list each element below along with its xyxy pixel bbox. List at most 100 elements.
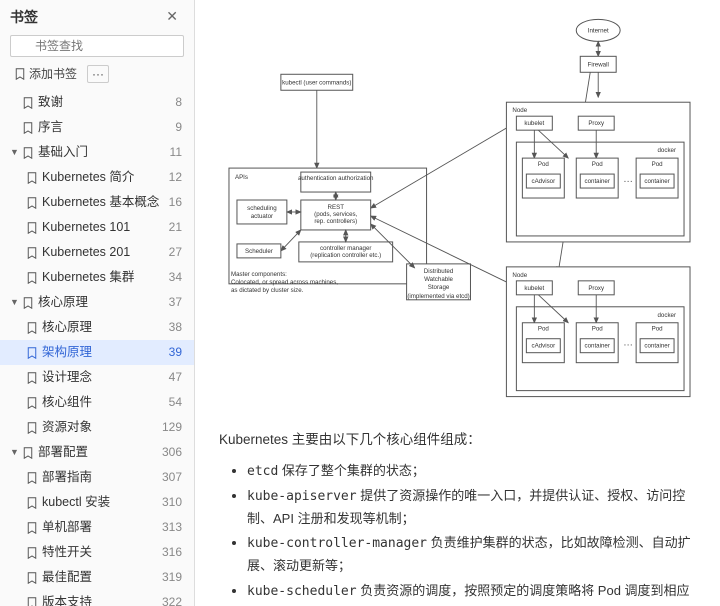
sidebar-item[interactable]: 部署指南307: [0, 465, 194, 490]
list-item: kube-apiserver 提供了资源操作的唯一入口，并提供认证、授权、访问控…: [247, 485, 698, 530]
svg-text:rep. controllers): rep. controllers): [314, 218, 357, 225]
sidebar-item-count: 11: [170, 143, 184, 162]
sidebar-item-label: 核心原理: [42, 318, 92, 337]
svg-text:container: container: [585, 343, 610, 350]
sidebar-item-label: 架构原理: [42, 343, 92, 362]
svg-text:(pods, services,: (pods, services,: [314, 211, 358, 218]
bookmark-tree[interactable]: 致谢8序言9▼基础入门11Kubernetes 简介12Kubernetes 基…: [0, 90, 194, 606]
sidebar-item-count: 319: [162, 568, 184, 587]
sidebar-item-label: 核心原理: [38, 293, 88, 312]
svg-text:authentication authorization: authentication authorization: [298, 175, 374, 182]
sidebar-title: 书签: [10, 7, 38, 27]
bookmark-icon: [26, 347, 38, 359]
svg-text:kubelet: kubelet: [524, 285, 544, 292]
sidebar-item[interactable]: ▼基础入门11: [0, 140, 194, 165]
bookmark-icon: [26, 322, 38, 334]
svg-text:cAdvisor: cAdvisor: [531, 178, 555, 185]
sidebar-item-label: 序言: [38, 118, 63, 137]
svg-text:Scheduler: Scheduler: [245, 248, 273, 255]
sidebar-item[interactable]: 核心原理38: [0, 315, 194, 340]
svg-text:scheduling: scheduling: [247, 205, 277, 212]
bookmark-icon: [26, 422, 38, 434]
bookmark-icon: [26, 397, 38, 409]
svg-text:Node: Node: [512, 107, 527, 114]
sidebar-item-count: 37: [169, 293, 184, 312]
sidebar-item[interactable]: Kubernetes 简介12: [0, 165, 194, 190]
svg-text:cAdvisor: cAdvisor: [531, 343, 555, 350]
sidebar-item[interactable]: 架构原理39: [0, 340, 194, 365]
svg-text:Pod: Pod: [538, 161, 550, 168]
sidebar-item[interactable]: 特性开关 316: [0, 540, 194, 565]
sidebar-item-count: 310: [162, 493, 184, 512]
svg-text:Firewall: Firewall: [588, 61, 609, 68]
sidebar-item[interactable]: Kubernetes 10121: [0, 215, 194, 240]
sidebar-item[interactable]: Kubernetes 20127: [0, 240, 194, 265]
sidebar-item[interactable]: kubectl 安装 310: [0, 490, 194, 515]
sidebar-item[interactable]: 序言9: [0, 115, 194, 140]
bookmark-icon: [26, 522, 38, 534]
sidebar-item-label: 部署配置: [38, 443, 88, 462]
sidebar-item-count: 16: [169, 193, 184, 212]
sidebar-toolbar: 添加书签 ···: [0, 63, 194, 90]
close-icon[interactable]: ✕: [160, 6, 184, 27]
svg-text:(implemented via etcd): (implemented via etcd): [407, 293, 469, 300]
svg-text:container: container: [585, 178, 610, 185]
sidebar-item[interactable]: ▼ 核心原理 37: [0, 290, 194, 315]
sidebar-item-count: 54: [169, 393, 184, 412]
svg-text:Proxy: Proxy: [588, 285, 605, 292]
bookmark-icon: [22, 122, 34, 134]
sidebar-item-count: 313: [162, 518, 184, 537]
svg-text:Watchable: Watchable: [424, 276, 453, 283]
sidebar-item[interactable]: ▼部署配置306: [0, 440, 194, 465]
sidebar-item-count: 316: [162, 543, 184, 562]
svg-text:kubelet: kubelet: [524, 120, 544, 127]
sidebar-item[interactable]: 版本支持322: [0, 590, 194, 606]
svg-text:Pod: Pod: [592, 326, 604, 333]
sidebar-item-label: 特性开关: [42, 543, 92, 562]
svg-text:(replication controller etc.): (replication controller etc.): [310, 252, 381, 259]
sidebar-item[interactable]: 设计理念47: [0, 365, 194, 390]
svg-text:Storage: Storage: [428, 284, 450, 291]
more-button[interactable]: ···: [87, 65, 109, 83]
sidebar-item[interactable]: Kubernetes 集群34: [0, 265, 194, 290]
svg-text:actuator: actuator: [251, 213, 273, 220]
sidebar-item-label: 单机部署: [42, 518, 92, 537]
sidebar-item-label: Kubernetes 集群: [42, 268, 134, 287]
bookmark-icon: [26, 472, 38, 484]
sidebar-item-count: 8: [175, 93, 184, 112]
search-input[interactable]: [10, 35, 184, 57]
architecture-diagram: .bx{fill:#fff;stroke:#555;stroke-width:1…: [219, 12, 698, 402]
caret-icon: ▼: [10, 293, 18, 312]
sidebar-item-label: Kubernetes 基本概念: [42, 193, 159, 212]
list-item: kube-scheduler 负责资源的调度，按照预定的调度策略将 Pod 调度…: [247, 580, 698, 606]
bookmark-icon: [26, 172, 38, 184]
content-pane[interactable]: .bx{fill:#fff;stroke:#555;stroke-width:1…: [195, 0, 720, 606]
search-container: [0, 31, 194, 63]
svg-text:Internet: Internet: [588, 27, 609, 34]
sidebar-item[interactable]: 致谢 8: [0, 90, 194, 115]
bookmark-icon: [22, 147, 34, 159]
svg-text:container: container: [644, 343, 669, 350]
sidebar-item[interactable]: 单机部署 313: [0, 515, 194, 540]
caret-icon: ▼: [10, 143, 18, 162]
sidebar-item[interactable]: Kubernetes 基本概念 16: [0, 190, 194, 215]
sidebar-item-label: 核心组件: [42, 393, 92, 412]
bookmark-icon: [26, 597, 38, 606]
sidebar-item[interactable]: 最佳配置 319: [0, 565, 194, 590]
bookmark-icon: [26, 572, 38, 584]
bookmark-add-icon: [14, 68, 26, 80]
svg-text:docker: docker: [658, 312, 677, 319]
sidebar-item-label: kubectl 安装: [42, 493, 110, 512]
add-bookmark-button[interactable]: 添加书签: [10, 63, 81, 84]
sidebar-item-label: 部署指南: [42, 468, 92, 487]
bookmark-icon: [26, 222, 38, 234]
svg-text:…: …: [623, 174, 633, 185]
sidebar-item-label: 致谢: [38, 93, 63, 112]
sidebar-item[interactable]: 资源对象129: [0, 415, 194, 440]
sidebar-item-label: 最佳配置: [42, 568, 92, 587]
bullet-list: etcd 保存了整个集群的状态；kube-apiserver 提供了资源操作的唯…: [219, 460, 698, 606]
svg-text:Proxy: Proxy: [588, 120, 605, 127]
caret-icon: ▼: [10, 443, 18, 462]
diagram-node-2: Node kubelet Proxy docker Pod cAdvisor P…: [506, 267, 690, 397]
sidebar-item[interactable]: 核心组件 54: [0, 390, 194, 415]
